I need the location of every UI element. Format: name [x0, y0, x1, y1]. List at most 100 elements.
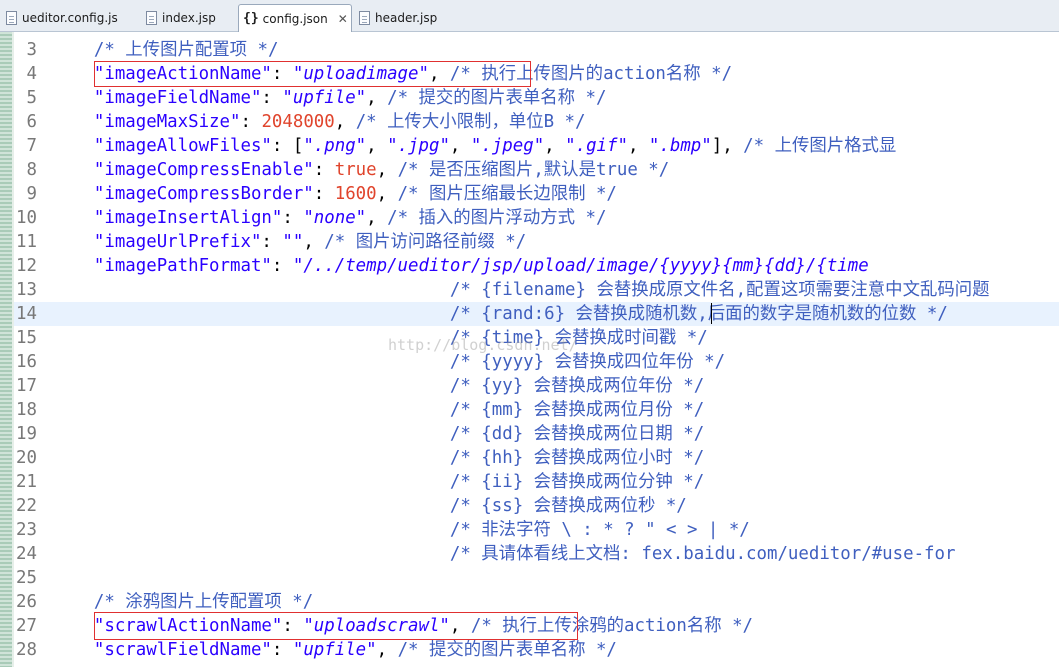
code-line[interactable]: 5 "imageFieldName": "upfile", /* 提交的图片表单… [14, 86, 1059, 110]
code-token: ".jpg" [387, 136, 450, 156]
code-line[interactable]: 6 "imageMaxSize": 2048000, /* 上传大小限制，单位B… [14, 110, 1059, 134]
code-line[interactable]: 14 /* {rand:6} 会替换成随机数,后面的数字是随机数的位数 */ [14, 302, 1059, 326]
tab-label: ueditor.config.js [22, 10, 118, 25]
code-token: : [261, 232, 283, 252]
code-token: "scrawlFieldName" [93, 640, 272, 660]
code-token: : [271, 256, 293, 276]
code-line[interactable]: 11 "imageUrlPrefix": "", /* 图片访问路径前缀 */ [14, 230, 1059, 254]
code-text: "imagePathFormat": "/../temp/ueditor/jsp… [52, 254, 869, 278]
code-text: "imageMaxSize": 2048000, /* 上传大小限制，单位B *… [52, 110, 586, 134]
code-token: /* 涂鸦图片上传配置项 */ [93, 592, 314, 612]
js-file-icon [6, 10, 17, 25]
code-line[interactable]: 3 /* 上传图片配置项 */ [14, 38, 1059, 62]
code-token: ".gif" [565, 136, 628, 156]
code-line[interactable]: 20 /* {hh} 会替换成两位小时 */ [14, 446, 1059, 470]
code-token: /* 是否压缩图片,默认是true */ [397, 160, 670, 180]
code-token: /* {yy} 会替换成两位年份 */ [93, 376, 705, 396]
code-line[interactable]: 7 "imageAllowFiles": [".png", ".jpg", ".… [14, 134, 1059, 158]
tab-index-jsp[interactable]: index.jsp [142, 4, 220, 31]
line-number: 14 [16, 304, 37, 324]
line-number: 12 [16, 256, 37, 276]
code-token: "imageUrlPrefix" [93, 232, 262, 252]
watermark-text: http://blog.csdn.net/ [388, 336, 578, 354]
code-text: "imageAllowFiles": [".png", ".jpg", ".jp… [52, 134, 896, 158]
code-text: /* {filename} 会替换成原文件名,配置这项需要注意中文乱码问题 [52, 278, 990, 302]
code-text: /* {ss} 会替换成两位秒 */ [52, 494, 687, 518]
code-line[interactable]: 26 /* 涂鸦图片上传配置项 */ [14, 590, 1059, 614]
code-text: /* 涂鸦图片上传配置项 */ [52, 590, 313, 614]
code-line[interactable]: 9 "imageCompressBorder": 1600, /* 图片压缩最长… [14, 182, 1059, 206]
code-token: "imageFieldName" [93, 88, 262, 108]
code-token: ".png" [303, 136, 367, 156]
text-caret [711, 303, 712, 324]
code-token: ], [711, 136, 744, 156]
code-token: , [376, 160, 398, 180]
line-number: 8 [26, 160, 37, 180]
highlight-box [94, 612, 578, 640]
tab-ueditor-config-js[interactable]: ueditor.config.js [2, 4, 122, 31]
code-text: /* 非法字符 \ : * ? " < > | */ [52, 518, 750, 542]
code-token: /* 插入的图片浮动方式 */ [387, 208, 607, 228]
code-text: "imageCompressBorder": 1600, /* 图片压缩最长边限… [52, 182, 617, 206]
line-number: 18 [16, 400, 37, 420]
code-token: /* {filename} 会替换成原文件名,配置这项需要注意中文乱码问题 [93, 280, 990, 300]
code-token: : [271, 640, 293, 660]
code-text: /* 具请体看线上文档: fex.baidu.com/ueditor/#use-… [52, 542, 956, 566]
code-text: /* {hh} 会替换成两位小时 */ [52, 446, 704, 470]
highlight-box [94, 61, 531, 87]
code-text: "imageFieldName": "upfile", /* 提交的图片表单名称… [52, 86, 607, 110]
change-marker-ruler [0, 32, 12, 667]
code-token: "imageCompressEnable" [93, 160, 314, 180]
code-line[interactable]: 18 /* {mm} 会替换成两位月份 */ [14, 398, 1059, 422]
code-token: ".jpeg" [470, 136, 545, 156]
code-text: "scrawlFieldName": "upfile", /* 提交的图片表单名… [52, 638, 617, 662]
code-token: "imageInsertAlign" [93, 208, 283, 228]
code-text: /* {mm} 会替换成两位月份 */ [52, 398, 704, 422]
code-token: "/../temp/ueditor/jsp/upload/image/{yyyy… [292, 256, 869, 276]
line-number: 23 [16, 520, 37, 540]
close-icon[interactable]: ✕ [338, 12, 348, 26]
line-number: 7 [26, 136, 37, 156]
code-token: /* 非法字符 \ : * ? " < > | */ [93, 520, 750, 540]
code-text: "imageUrlPrefix": "", /* 图片访问路径前缀 */ [52, 230, 526, 254]
line-number: 4 [26, 64, 37, 84]
code-token: /* {rand:6} 会替换成随机数,后面的数字是随机数的位数 */ [93, 304, 948, 324]
code-token: /* {hh} 会替换成两位小时 */ [93, 448, 705, 468]
code-token: , [366, 136, 388, 156]
code-line[interactable]: 22 /* {ss} 会替换成两位秒 */ [14, 494, 1059, 518]
code-token: , [627, 136, 649, 156]
code-token: ".bmp" [648, 136, 712, 156]
code-token: , [376, 184, 398, 204]
code-line[interactable]: 17 /* {yy} 会替换成两位年份 */ [14, 374, 1059, 398]
code-line[interactable]: 21 /* {ii} 会替换成两位分钟 */ [14, 470, 1059, 494]
code-token: "imageCompressBorder" [93, 184, 314, 204]
code-line[interactable]: 23 /* 非法字符 \ : * ? " < > | */ [14, 518, 1059, 542]
code-line[interactable]: 28 "scrawlFieldName": "upfile", /* 提交的图片… [14, 638, 1059, 662]
code-token: "imagePathFormat" [93, 256, 272, 276]
code-line[interactable]: 12 "imagePathFormat": "/../temp/ueditor/… [14, 254, 1059, 278]
code-line[interactable]: 8 "imageCompressEnable": true, /* 是否压缩图片… [14, 158, 1059, 182]
line-number: 3 [26, 40, 37, 60]
code-token: , [303, 232, 325, 252]
code-line[interactable]: 19 /* {dd} 会替换成两位日期 */ [14, 422, 1059, 446]
code-token: , [544, 136, 566, 156]
line-number: 24 [16, 544, 37, 564]
code-token: : [313, 160, 335, 180]
code-line[interactable]: 25 [14, 566, 1059, 590]
code-token: /* {yyyy} 会替换成四位年份 */ [93, 352, 726, 372]
tab-config-json[interactable]: {} config.json ✕ [238, 4, 352, 32]
tab-header-jsp[interactable]: header.jsp [355, 4, 441, 31]
code-token: /* 上传大小限制，单位B */ [355, 112, 586, 132]
code-token: , [366, 88, 388, 108]
line-number: 20 [16, 448, 37, 468]
code-line[interactable]: 10 "imageInsertAlign": "none", /* 插入的图片浮… [14, 206, 1059, 230]
line-number: 19 [16, 424, 37, 444]
code-token: , [334, 112, 356, 132]
code-line[interactable]: 13 /* {filename} 会替换成原文件名,配置这项需要注意中文乱码问题 [14, 278, 1059, 302]
editor-tab-bar: ueditor.config.js index.jsp {} config.js… [0, 0, 1059, 32]
code-text: "imageInsertAlign": "none", /* 插入的图片浮动方式… [52, 206, 607, 230]
code-token: /* 上传图片配置项 */ [93, 40, 279, 60]
code-line[interactable]: 24 /* 具请体看线上文档: fex.baidu.com/ueditor/#u… [14, 542, 1059, 566]
code-token: true [334, 160, 377, 180]
tab-label: config.json [262, 11, 328, 26]
